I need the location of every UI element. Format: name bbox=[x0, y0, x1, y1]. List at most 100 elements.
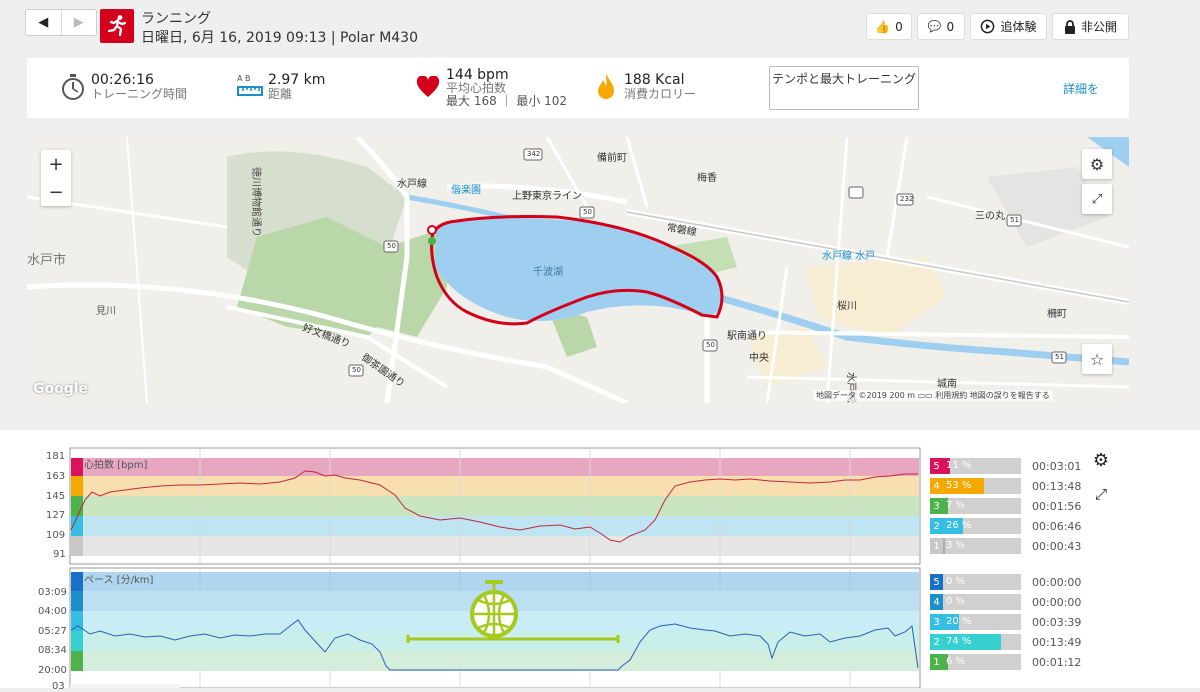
road-number: 342 bbox=[527, 150, 541, 158]
hr-chart-title: 心拍数 [bpm] bbox=[84, 460, 148, 471]
map-label: 水戸線 水戸 bbox=[822, 251, 876, 262]
zone-number: 4 bbox=[930, 478, 943, 494]
hr-zone-1: 1 3 % bbox=[930, 538, 1021, 554]
zone-bar: 53 % bbox=[943, 478, 1021, 494]
pace-chart-title: ペース [分/km] bbox=[84, 575, 154, 586]
privacy-label: 非公開 bbox=[1080, 20, 1117, 34]
zone-number: 4 bbox=[930, 594, 943, 610]
zone-time: 00:13:48 bbox=[1032, 480, 1082, 493]
road-number: 232 bbox=[900, 195, 914, 203]
map-label: 桜川 bbox=[837, 301, 857, 312]
hr-ytick: 163 bbox=[46, 471, 66, 482]
map-label: 駅南通り bbox=[727, 331, 767, 342]
distance-value: 2.97 km bbox=[268, 72, 326, 88]
hr-ytick: 91 bbox=[53, 549, 66, 560]
zone-bar: 11 % bbox=[943, 458, 1021, 474]
charts-panel: 心拍数 [bpm] 181 163 145 127 109 91 5 11 % … bbox=[0, 430, 1200, 692]
hr-zone-2: 2 26 % bbox=[930, 518, 1021, 534]
zone-time: 00:00:00 bbox=[1032, 576, 1082, 589]
pace-ytick: 20:00 bbox=[38, 665, 67, 676]
pace-ytick: 08:34 bbox=[38, 645, 67, 656]
zoom-out-button[interactable]: − bbox=[48, 178, 63, 206]
zone-number: 2 bbox=[930, 634, 943, 650]
duration-value: 00:26:16 bbox=[91, 72, 154, 88]
zone-number: 5 bbox=[930, 458, 943, 474]
zone-number: 2 bbox=[930, 518, 943, 534]
map-favorite-button[interactable]: ☆ bbox=[1082, 344, 1112, 374]
pace-ytick: 05:27 bbox=[38, 626, 67, 637]
duration-label: トレーニング時間 bbox=[91, 87, 188, 101]
lock-icon bbox=[1064, 19, 1075, 34]
thumbs-up-icon: 👍 bbox=[875, 19, 891, 34]
running-icon bbox=[100, 9, 134, 43]
back-button[interactable]: ◀ bbox=[26, 10, 62, 35]
road-number: 51 bbox=[1055, 353, 1064, 361]
zone-time: 00:00:00 bbox=[1032, 596, 1082, 609]
route-map[interactable]: 千波湖 徳川博物館通り 水戸線 偕楽園 上野東京ライン 常磐線 水戸線 水戸 三… bbox=[27, 137, 1129, 403]
privacy-button[interactable]: 非公開 bbox=[1052, 13, 1129, 40]
zone-bar: 0 % bbox=[943, 574, 1021, 590]
comment-count: 0 bbox=[946, 19, 955, 34]
hr-zone-4: 4 53 % bbox=[930, 478, 1021, 494]
forward-button[interactable]: ▶ bbox=[62, 10, 97, 35]
road-number: 50 bbox=[706, 341, 715, 349]
follow-button[interactable]: 追体験 bbox=[970, 13, 1047, 40]
map-label: 徳川博物館通り bbox=[250, 167, 261, 237]
hr-zone-5: 5 11 % bbox=[930, 458, 1021, 474]
comment-button[interactable]: 💬 0 bbox=[917, 13, 965, 40]
zoom-controls: + − bbox=[41, 150, 71, 206]
zone-number: 3 bbox=[930, 498, 943, 514]
zone-bar: 74 % bbox=[943, 634, 1021, 650]
map-settings-button[interactable]: ⚙ bbox=[1082, 149, 1112, 179]
road-number: 50 bbox=[387, 242, 396, 250]
distance-ab-label: A B bbox=[237, 74, 251, 83]
hr-ytick: 181 bbox=[46, 451, 66, 462]
back-icon: ◀ bbox=[38, 15, 49, 30]
road-number: 51 bbox=[1010, 216, 1019, 224]
pace-zone-4: 4 0 % bbox=[930, 594, 1021, 610]
map-label: 見川 bbox=[96, 306, 116, 317]
zone-number: 5 bbox=[930, 574, 943, 590]
detail-link[interactable]: 詳細を bbox=[1063, 80, 1099, 97]
pace-ytick: 03:09 bbox=[38, 587, 67, 598]
like-button[interactable]: 👍 0 bbox=[866, 13, 912, 40]
zone-bar: 3 % bbox=[943, 538, 1021, 554]
zone-percent: 11 % bbox=[946, 460, 972, 471]
map-canvas bbox=[27, 137, 1129, 403]
pace-zone-1: 1 6 % bbox=[930, 654, 1021, 670]
zone-percent: 74 % bbox=[946, 636, 972, 647]
hr-ytick: 127 bbox=[46, 510, 66, 521]
map-label: 梅香 bbox=[697, 173, 717, 184]
like-count: 0 bbox=[895, 19, 903, 34]
hr-ytick: 145 bbox=[46, 491, 66, 502]
zone-time: 00:03:39 bbox=[1032, 616, 1082, 629]
zoom-in-button[interactable]: + bbox=[48, 150, 63, 178]
comment-icon: 💬 bbox=[927, 20, 942, 33]
chart-settings-button[interactable]: ⚙ bbox=[1089, 450, 1113, 474]
map-fullscreen-button[interactable]: ⤢ bbox=[1082, 184, 1112, 214]
tempo-max-training-button[interactable]: テンポと最大トレーニング bbox=[769, 66, 919, 110]
forward-icon: ▶ bbox=[73, 15, 84, 30]
summary-panel: 00:26:16 トレーニング時間 A B 2.97 km 距離 144 bpm… bbox=[27, 58, 1129, 118]
chart-fullscreen-button[interactable]: ⤢ bbox=[1089, 485, 1113, 509]
road-number: 50 bbox=[583, 208, 592, 216]
distance-label: 距離 bbox=[268, 87, 293, 101]
zone-time: 00:01:12 bbox=[1032, 656, 1082, 669]
heart-icon bbox=[416, 76, 440, 97]
zone-time: 00:03:01 bbox=[1032, 460, 1082, 473]
calories-label: 消費カロリー bbox=[624, 87, 697, 101]
session-subtitle: 日曜日, 6月 16, 2019 09:13 | Polar M430 bbox=[141, 30, 418, 46]
map-label: 中央 bbox=[749, 353, 769, 364]
pace-zone-5: 5 0 % bbox=[930, 574, 1021, 590]
map-label: 三の丸 bbox=[975, 211, 1005, 222]
zone-bar: 7 % bbox=[943, 498, 1021, 514]
zone-percent: 7 % bbox=[946, 500, 966, 511]
stopwatch-icon bbox=[62, 74, 84, 100]
history-nav: ◀ ▶ bbox=[25, 9, 97, 36]
ruler-icon bbox=[237, 86, 263, 96]
hr-zone-3: 3 7 % bbox=[930, 498, 1021, 514]
fullscreen-icon: ⤢ bbox=[1094, 485, 1107, 503]
map-attribution[interactable]: 地図データ ©2019 200 m ▭▭ 利用規約 地図の誤りを報告する bbox=[813, 390, 1053, 401]
zone-time: 00:01:56 bbox=[1032, 500, 1082, 513]
zone-percent: 6 % bbox=[946, 656, 966, 667]
